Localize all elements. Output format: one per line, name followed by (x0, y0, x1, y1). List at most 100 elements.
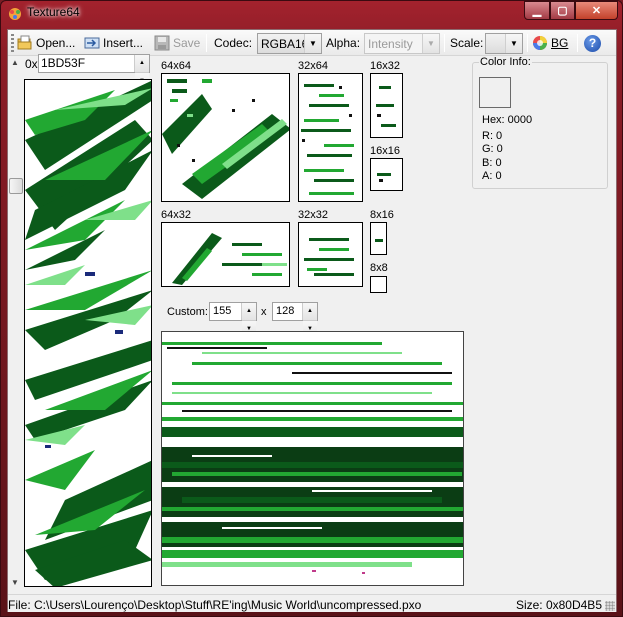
toolbar: Open... Insert... Save Codec: RGBA16 ▼ A… (8, 30, 616, 56)
minimize-icon: ▁ (532, 5, 542, 17)
save-label: Save (173, 36, 201, 50)
alpha-value: Intensity (368, 36, 413, 51)
codec-select[interactable]: RGBA16 ▼ (257, 33, 322, 54)
toolbar-separator (206, 34, 207, 52)
color-hex: Hex: 0000 (482, 114, 533, 126)
preview-64x64-image (162, 79, 289, 199)
open-button[interactable]: Open... (17, 33, 75, 53)
address-prefix: 0x (25, 57, 38, 71)
app-window: Texture64 ▁ ▢ ✕ Open... Insert... Save C… (0, 0, 623, 617)
custom-preview[interactable] (161, 331, 464, 586)
texture-strip-image (25, 80, 151, 586)
status-file-path: File: C:\Users\Lourenço\Desktop\Stuff\RE… (8, 598, 422, 612)
custom-label: Custom: (167, 306, 208, 318)
spin-up-icon: ▲ (303, 303, 317, 321)
spin-up-icon: ▲ (135, 55, 149, 73)
help-icon: ? (584, 34, 601, 52)
preview-8x8[interactable] (370, 276, 387, 293)
spin-up-icon: ▲ (242, 303, 256, 321)
label-64x32: 64x32 (161, 209, 191, 221)
preview-32x64-image (301, 84, 354, 195)
title-bar[interactable]: Texture64 ▁ ▢ ✕ (1, 1, 623, 27)
window-title: Texture64 (27, 5, 80, 19)
open-folder-icon (17, 35, 32, 50)
preview-32x32-image (304, 238, 354, 276)
preview-16x16-image (377, 173, 391, 182)
insert-button[interactable]: Insert... (84, 33, 143, 53)
label-8x16: 8x16 (370, 209, 394, 221)
resize-grip[interactable] (605, 601, 615, 611)
custom-width-value: 155 (213, 305, 232, 317)
label-32x64: 32x64 (298, 60, 328, 72)
preview-32x32[interactable] (298, 222, 363, 287)
insert-icon (84, 37, 100, 49)
custom-height-input[interactable]: 128 ▲ ▼ (272, 302, 318, 339)
client-area: Open... Insert... Save Codec: RGBA16 ▼ A… (7, 29, 617, 612)
color-a: A: 0 (482, 170, 502, 182)
preview-16x32[interactable] (370, 73, 403, 138)
color-info-group: Color Info: Hex: 0000 R: 0 G: 0 B: 0 A: … (472, 56, 608, 189)
preview-64x32[interactable] (161, 222, 290, 287)
caption-buttons: ▁ ▢ ✕ (524, 1, 618, 21)
maximize-button[interactable]: ▢ (550, 1, 575, 20)
color-swatch (479, 77, 511, 108)
status-bar: File: C:\Users\Lourenço\Desktop\Stuff\RE… (8, 594, 616, 612)
help-button[interactable]: ? (584, 33, 601, 53)
scale-select[interactable]: ▼ (485, 33, 523, 54)
custom-width-spinner[interactable]: ▲ ▼ (241, 303, 256, 339)
app-icon (9, 8, 21, 20)
toolbar-separator (444, 34, 445, 52)
label-8x8: 8x8 (370, 262, 388, 274)
address-input[interactable]: 1BD53F ▲▼ (38, 54, 150, 91)
close-icon: ✕ (591, 5, 602, 17)
chevron-down-icon: ▼ (304, 34, 321, 53)
status-size: Size: 0x80D4B5 (515, 598, 602, 612)
preview-16x32-image (376, 86, 396, 127)
label-16x32: 16x32 (370, 60, 400, 72)
address-scrollbar[interactable] (8, 74, 24, 586)
label-16x16: 16x16 (370, 145, 400, 157)
color-b: B: 0 (482, 157, 502, 169)
custom-separator: x (261, 306, 267, 318)
scale-label: Scale: (450, 36, 484, 50)
bg-label: BG (551, 36, 569, 50)
save-button[interactable]: Save (154, 33, 200, 53)
alpha-label: Alpha: (326, 36, 361, 50)
preview-64x64[interactable] (161, 73, 290, 202)
label-32x32: 32x32 (298, 209, 328, 221)
preview-32x64[interactable] (298, 73, 363, 202)
preview-8x16[interactable] (370, 222, 387, 255)
toolbar-separator (527, 34, 528, 52)
custom-height-spinner[interactable]: ▲ ▼ (302, 303, 317, 339)
bg-color-button[interactable]: BG (532, 33, 568, 53)
preview-8x16-image (375, 239, 383, 242)
open-label: Open... (36, 36, 76, 50)
color-r: R: 0 (482, 130, 503, 142)
texture-strip-view[interactable] (24, 79, 152, 587)
scroll-up-arrow-icon[interactable]: ▲ (11, 58, 19, 67)
chevron-down-icon: ▼ (505, 34, 522, 53)
maximize-icon: ▢ (557, 5, 568, 17)
insert-label: Insert... (103, 36, 144, 50)
scrollbar-thumb[interactable] (9, 178, 23, 194)
minimize-button[interactable]: ▁ (524, 1, 550, 20)
scroll-down-arrow-icon[interactable]: ▼ (11, 578, 19, 587)
toolbar-grip (11, 34, 14, 52)
color-wheel-icon (533, 36, 547, 50)
custom-width-input[interactable]: 155 ▲ ▼ (209, 302, 257, 339)
alpha-select[interactable]: Intensity ▼ (364, 33, 440, 54)
codec-label: Codec: (214, 36, 253, 50)
preview-16x16[interactable] (370, 158, 403, 191)
color-g: G: 0 (482, 143, 503, 155)
custom-preview-image (162, 332, 463, 585)
save-disk-icon (154, 35, 170, 51)
chevron-down-icon: ▼ (422, 34, 439, 53)
close-button[interactable]: ✕ (575, 1, 618, 20)
toolbar-separator (577, 34, 578, 52)
address-spinner[interactable]: ▲▼ (134, 55, 149, 91)
custom-height-value: 128 (276, 305, 295, 317)
address-value: 1BD53F (41, 56, 86, 70)
codec-value: RGBA16 (261, 36, 309, 51)
label-64x64: 64x64 (161, 60, 191, 72)
preview-64x32-image (172, 233, 287, 285)
